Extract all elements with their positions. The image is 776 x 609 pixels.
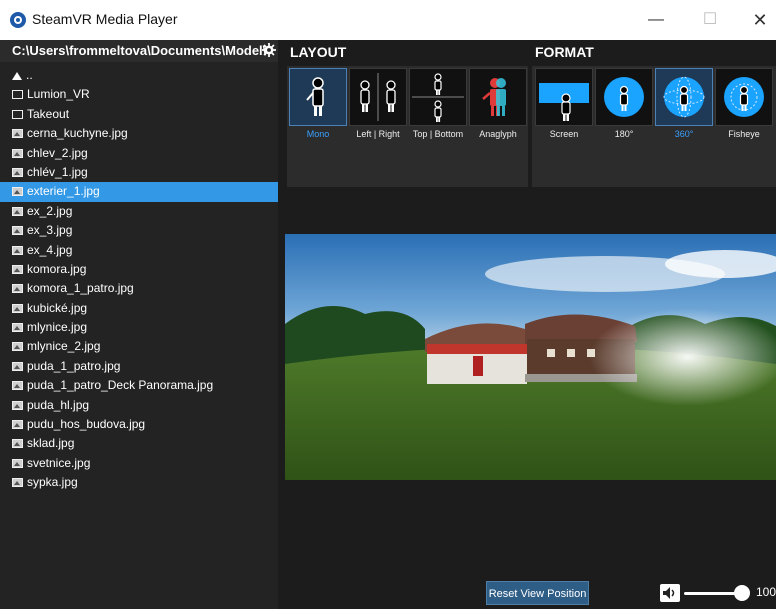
image-file-icon xyxy=(12,148,23,158)
image-file-icon xyxy=(12,381,23,391)
format-option-360[interactable]: 360° xyxy=(655,68,713,142)
parent-directory-item[interactable]: .. xyxy=(0,66,278,85)
top-bottom-figures-icon xyxy=(409,68,467,126)
list-item[interactable]: ex_3.jpg xyxy=(0,221,278,240)
layout-option-top-bottom[interactable]: Top | Bottom xyxy=(409,68,467,142)
360-format-icon xyxy=(655,68,713,126)
image-file-icon xyxy=(12,478,23,488)
image-file-icon xyxy=(12,245,23,255)
list-item[interactable]: komora_1_patro.jpg xyxy=(0,279,278,298)
volume-slider-handle[interactable] xyxy=(734,585,750,601)
image-file-icon xyxy=(12,187,23,197)
list-item[interactable]: Takeout xyxy=(0,105,278,124)
image-file-icon xyxy=(12,439,23,449)
list-item[interactable]: puda_1_patro_Deck Panorama.jpg xyxy=(0,376,278,395)
image-file-icon xyxy=(12,361,23,371)
layout-option-anaglyph[interactable]: Anaglyph xyxy=(469,68,527,142)
image-file-icon xyxy=(12,303,23,313)
fisheye-format-icon xyxy=(715,68,773,126)
list-item[interactable]: komora.jpg xyxy=(0,260,278,279)
image-file-icon xyxy=(12,342,23,352)
folder-icon xyxy=(12,90,23,100)
list-item[interactable]: pudu_hos_budova.jpg xyxy=(0,415,278,434)
close-button[interactable]: ✕ xyxy=(748,8,772,32)
image-file-icon xyxy=(12,323,23,333)
image-file-icon xyxy=(12,226,23,236)
180-format-icon xyxy=(595,68,653,126)
volume-value: 100 xyxy=(756,585,776,599)
format-option-180[interactable]: 180° xyxy=(595,68,653,142)
anaglyph-figure-icon xyxy=(469,68,527,126)
image-file-icon xyxy=(12,206,23,216)
minimize-button[interactable]: — xyxy=(644,8,668,32)
layout-panel: Mono Left | Right Top | Bottom Anaglyph xyxy=(287,66,528,187)
image-file-icon xyxy=(12,458,23,468)
image-file-icon xyxy=(12,284,23,294)
format-option-fisheye[interactable]: Fisheye xyxy=(715,68,773,142)
list-item[interactable]: sklad.jpg xyxy=(0,434,278,453)
image-file-icon xyxy=(12,167,23,177)
list-item[interactable]: sypka.jpg xyxy=(0,473,278,492)
screen-format-icon xyxy=(535,68,593,126)
left-right-figures-icon xyxy=(349,68,407,126)
image-file-icon xyxy=(12,400,23,410)
format-panel: Screen 180° 360° Fisheye xyxy=(532,66,776,187)
title-bar: SteamVR Media Player — ☐ ✕ xyxy=(0,0,776,41)
list-item[interactable]: ex_2.jpg xyxy=(0,202,278,221)
list-item[interactable]: ex_4.jpg xyxy=(0,241,278,260)
folder-icon xyxy=(12,109,23,119)
viewer-area: LAYOUT FORMAT Mono Left | Right Top | Bo… xyxy=(278,40,776,609)
file-list: .. Lumion_VR Takeout cerna_kuchyne.jpg c… xyxy=(0,66,278,493)
path-bar: C:\Users\frommeltova\Documents\Model\ xyxy=(0,40,278,62)
panorama-preview[interactable] xyxy=(285,234,776,480)
list-item[interactable]: svetnice.jpg xyxy=(0,454,278,473)
list-item[interactable]: chlev_2.jpg xyxy=(0,144,278,163)
maximize-button[interactable]: ☐ xyxy=(698,8,722,32)
layout-heading: LAYOUT xyxy=(290,44,347,60)
up-arrow-icon xyxy=(12,72,22,80)
list-item[interactable]: puda_1_patro.jpg xyxy=(0,357,278,376)
list-item[interactable]: cerna_kuchyne.jpg xyxy=(0,124,278,143)
layout-option-left-right[interactable]: Left | Right xyxy=(349,68,407,142)
list-item-selected[interactable]: exterier_1.jpg xyxy=(0,182,278,202)
file-browser: C:\Users\frommeltova\Documents\Model\ ..… xyxy=(0,40,278,609)
list-item[interactable]: mlynice.jpg xyxy=(0,318,278,337)
sun-glare xyxy=(285,234,776,480)
list-item[interactable]: puda_hl.jpg xyxy=(0,396,278,415)
speaker-icon[interactable] xyxy=(660,584,680,602)
image-file-icon xyxy=(12,420,23,430)
format-option-screen[interactable]: Screen xyxy=(535,68,593,142)
gear-icon[interactable] xyxy=(262,43,276,57)
window-title: SteamVR Media Player xyxy=(32,11,178,27)
list-item[interactable]: Lumion_VR xyxy=(0,85,278,104)
list-item[interactable]: mlynice_2.jpg xyxy=(0,337,278,356)
image-file-icon xyxy=(12,129,23,139)
list-item[interactable]: chlév_1.jpg xyxy=(0,163,278,182)
mono-figure-icon xyxy=(289,68,347,126)
steamvr-logo-icon xyxy=(10,12,26,28)
reset-view-button[interactable]: Reset View Position xyxy=(486,581,589,605)
format-heading: FORMAT xyxy=(535,44,594,60)
image-file-icon xyxy=(12,264,23,274)
list-item[interactable]: kubické.jpg xyxy=(0,299,278,318)
layout-option-mono[interactable]: Mono xyxy=(289,68,347,142)
current-path: C:\Users\frommeltova\Documents\Model\ xyxy=(12,43,267,58)
